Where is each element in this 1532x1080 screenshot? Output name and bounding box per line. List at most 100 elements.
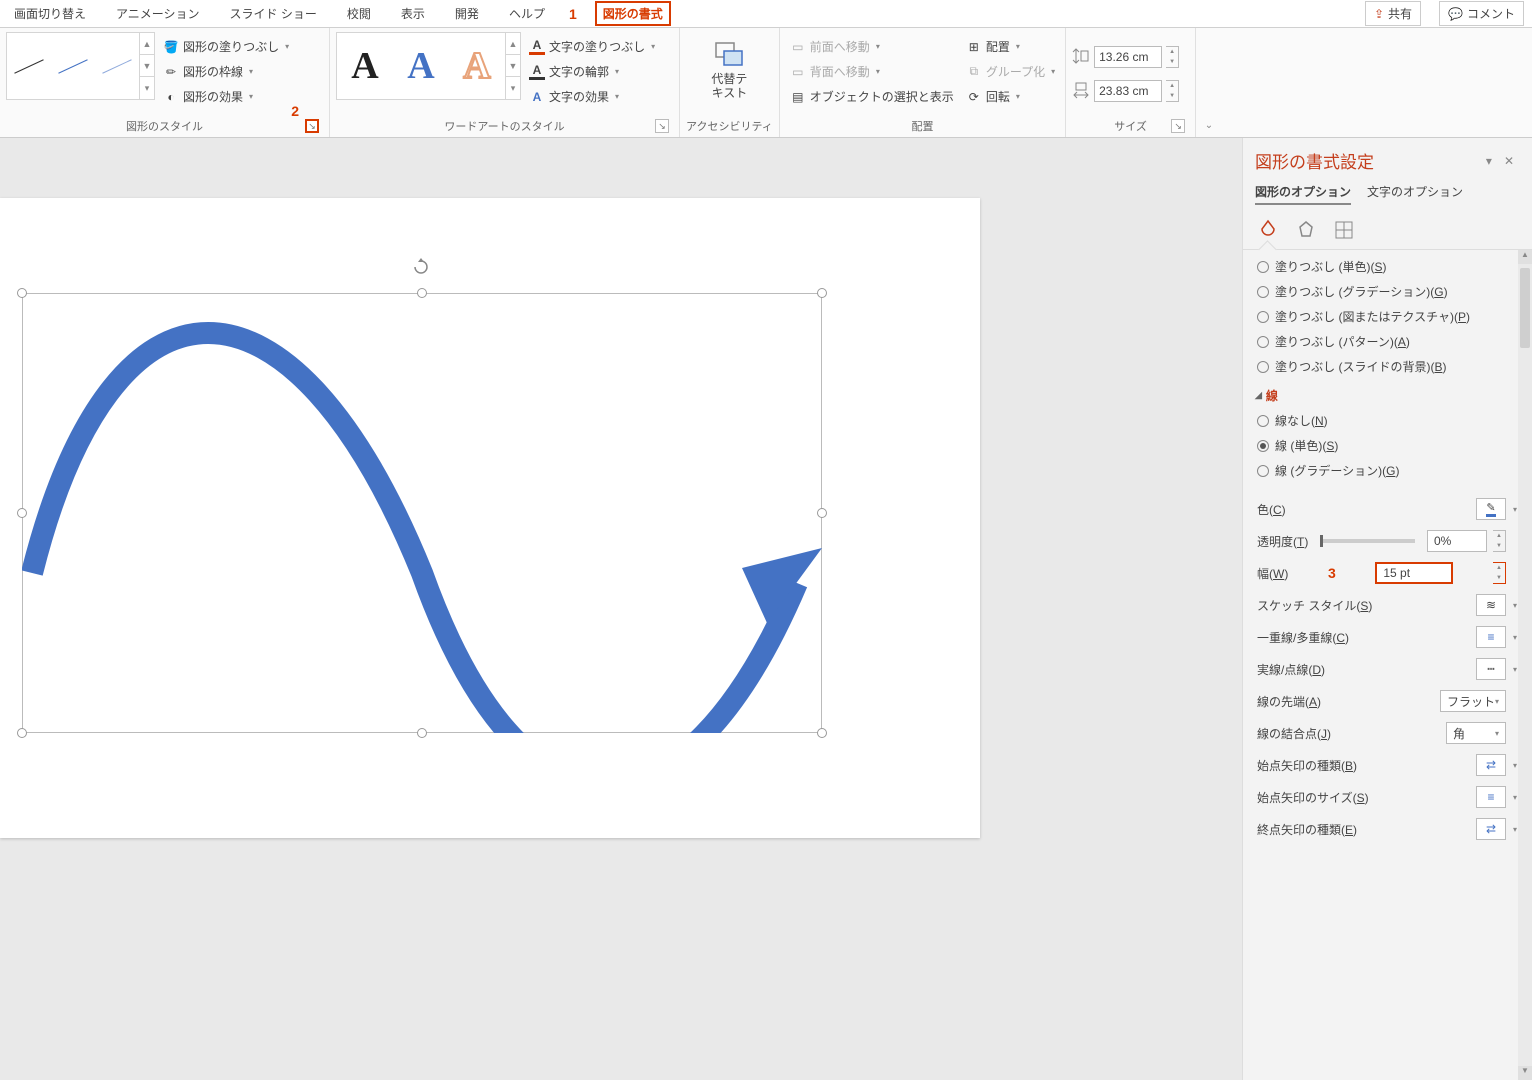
- selection-pane-label: オブジェクトの選択と表示: [810, 88, 954, 105]
- cap-type-select[interactable]: フラット▾: [1440, 690, 1506, 712]
- tab-slideshow[interactable]: スライド ショー: [224, 1, 323, 26]
- transparency-slider[interactable]: [1320, 539, 1415, 543]
- slide-canvas[interactable]: [0, 138, 1242, 1080]
- fill-slidebg-radio[interactable]: 塗りつぶし (スライドの背景)(B): [1255, 354, 1512, 379]
- main-area: 図形の書式設定 ▾ ✕ 図形のオプション 文字のオプション ▲▼ 塗りつぶし (…: [0, 138, 1532, 1080]
- begin-arrow-type-picker[interactable]: ⇄: [1476, 754, 1506, 776]
- shape-outline-button[interactable]: ✏図形の枠線: [159, 61, 293, 82]
- line-solid-radio[interactable]: 線 (単色)(S): [1255, 433, 1512, 458]
- dash-type-picker[interactable]: ┉: [1476, 658, 1506, 680]
- wordart-launcher[interactable]: ↘: [655, 119, 669, 133]
- tab-developer[interactable]: 開発: [449, 1, 485, 26]
- pane-tab-shape-options[interactable]: 図形のオプション: [1255, 183, 1351, 205]
- group-label-shape-styles: 図形のスタイル 2 ↘: [6, 115, 323, 137]
- share-button[interactable]: ⇪ 共有: [1365, 1, 1421, 26]
- end-arrow-type-picker[interactable]: ⇄: [1476, 818, 1506, 840]
- width-input[interactable]: 23.83 cm: [1094, 80, 1162, 102]
- line-width-input[interactable]: 15 pt: [1375, 562, 1453, 584]
- group-label-accessibility: アクセシビリティ: [686, 115, 773, 137]
- height-spinner[interactable]: ▲▼: [1166, 46, 1179, 68]
- dash-type-label: 実線/点線(D): [1257, 661, 1325, 678]
- group-button[interactable]: ⧉グループ化: [962, 61, 1059, 82]
- line-color-picker[interactable]: ✎: [1476, 498, 1506, 520]
- send-backward-button[interactable]: ▭背面へ移動: [786, 61, 958, 82]
- bring-forward-button[interactable]: ▭前面へ移動: [786, 36, 958, 57]
- align-button[interactable]: ⊞配置: [962, 36, 1059, 57]
- wordart-swatch[interactable]: A: [337, 44, 393, 88]
- pane-body: ▲▼ 塗りつぶし (単色)(S) 塗りつぶし (グラデーション)(G) 塗りつぶ…: [1243, 250, 1532, 1080]
- rotate-button[interactable]: ⟳回転: [962, 86, 1059, 107]
- join-type-select[interactable]: 角▾: [1446, 722, 1506, 744]
- cap-type-label: 線の先端(A): [1257, 693, 1321, 710]
- line-none-radio[interactable]: 線なし(N): [1255, 408, 1512, 433]
- tab-view[interactable]: 表示: [395, 1, 431, 26]
- transparency-input[interactable]: 0%: [1427, 530, 1487, 552]
- alt-text-button[interactable]: 代替テ キスト: [705, 32, 753, 107]
- shape-styles-launcher[interactable]: ↘: [305, 119, 319, 133]
- gallery-scroll[interactable]: ▲▼▾: [505, 33, 520, 99]
- width-spinner[interactable]: ▲▼: [1166, 80, 1179, 102]
- rotate-label: 回転: [986, 88, 1010, 105]
- group-label-arrange: 配置: [786, 115, 1059, 137]
- pane-options[interactable]: ▾: [1480, 154, 1498, 168]
- size-launcher[interactable]: ↘: [1171, 119, 1185, 133]
- share-icon: ⇪: [1374, 7, 1384, 21]
- pane-tab-text-options[interactable]: 文字のオプション: [1367, 183, 1463, 205]
- fill-solid-radio[interactable]: 塗りつぶし (単色)(S): [1255, 254, 1512, 279]
- fill-picture-radio[interactable]: 塗りつぶし (図またはテクスチャ)(P): [1255, 304, 1512, 329]
- fill-pattern-radio[interactable]: 塗りつぶし (パターン)(A): [1255, 329, 1512, 354]
- shape-style-swatch[interactable]: [95, 36, 139, 96]
- comment-button[interactable]: 💬 コメント: [1439, 1, 1524, 26]
- shape-style-gallery[interactable]: ▲▼▾: [6, 32, 155, 100]
- shape-fill-button[interactable]: 🪣図形の塗りつぶし: [159, 36, 293, 57]
- line-width-label: 幅(W): [1257, 565, 1288, 582]
- tab-review[interactable]: 校閲: [341, 1, 377, 26]
- text-effects-label: 文字の効果: [549, 88, 609, 105]
- begin-arrow-type-label: 始点矢印の種類(B): [1257, 757, 1357, 774]
- align-icon: ⊞: [966, 39, 982, 55]
- ribbon-collapse[interactable]: ⌄: [1205, 120, 1213, 131]
- effects-icon: ◐: [163, 89, 179, 105]
- fill-gradient-radio[interactable]: 塗りつぶし (グラデーション)(G): [1255, 279, 1512, 304]
- tab-transition[interactable]: 画面切り替え: [8, 1, 92, 26]
- slide[interactable]: [0, 198, 980, 838]
- wordart-swatch[interactable]: A: [449, 44, 505, 88]
- format-shape-pane: 図形の書式設定 ▾ ✕ 図形のオプション 文字のオプション ▲▼ 塗りつぶし (…: [1242, 138, 1532, 1080]
- compound-type-label: 一重線/多重線(C): [1257, 629, 1349, 646]
- tab-animation[interactable]: アニメーション: [110, 1, 206, 26]
- pane-icon-effects[interactable]: [1293, 217, 1319, 243]
- sketch-style-label: スケッチ スタイル(S): [1257, 597, 1372, 614]
- tab-shape-format[interactable]: 図形の書式: [595, 1, 671, 26]
- pane-scrollbar[interactable]: ▲▼: [1518, 250, 1532, 1080]
- sketch-style-picker[interactable]: ≋: [1476, 594, 1506, 616]
- arrow-icon: ⇄: [1486, 822, 1496, 836]
- compound-type-picker[interactable]: ≡: [1476, 626, 1506, 648]
- gallery-scroll[interactable]: ▲▼▾: [139, 33, 154, 99]
- line-gradient-radio[interactable]: 線 (グラデーション)(G): [1255, 458, 1512, 483]
- pane-close[interactable]: ✕: [1498, 154, 1520, 168]
- selection-pane-button[interactable]: ▤オブジェクトの選択と表示: [786, 86, 958, 107]
- shape-style-swatch[interactable]: [7, 36, 51, 96]
- line-section-header[interactable]: 線: [1255, 379, 1512, 408]
- shape-style-swatch[interactable]: [51, 36, 95, 96]
- wordart-swatch[interactable]: A: [393, 44, 449, 88]
- text-outline-button[interactable]: A文字の輪郭: [525, 61, 659, 82]
- shape-effects-button[interactable]: ◐図形の効果: [159, 86, 293, 107]
- wordart-gallery[interactable]: A A A ▲▼▾: [336, 32, 521, 100]
- text-effects-button[interactable]: A文字の効果: [525, 86, 659, 107]
- arrow-icon: ⇄: [1486, 758, 1496, 772]
- tab-help[interactable]: ヘルプ: [503, 1, 551, 26]
- transparency-spinner[interactable]: ▲▼: [1493, 530, 1506, 552]
- dash-icon: ┉: [1487, 662, 1494, 676]
- line-width-spinner[interactable]: ▲▼: [1493, 562, 1506, 584]
- rotation-handle[interactable]: [412, 258, 430, 276]
- begin-arrow-size-picker[interactable]: ≡: [1476, 786, 1506, 808]
- group-button-label: グループ化: [986, 63, 1045, 80]
- curved-arrow-shape[interactable]: [22, 293, 822, 733]
- transparency-label: 透明度(T): [1257, 533, 1308, 550]
- pane-icon-fill-line[interactable]: [1255, 217, 1281, 243]
- text-fill-button[interactable]: A文字の塗りつぶし: [525, 36, 659, 57]
- pane-icon-size-props[interactable]: [1331, 217, 1357, 243]
- height-input[interactable]: 13.26 cm: [1094, 46, 1162, 68]
- shape-effects-label: 図形の効果: [183, 88, 243, 105]
